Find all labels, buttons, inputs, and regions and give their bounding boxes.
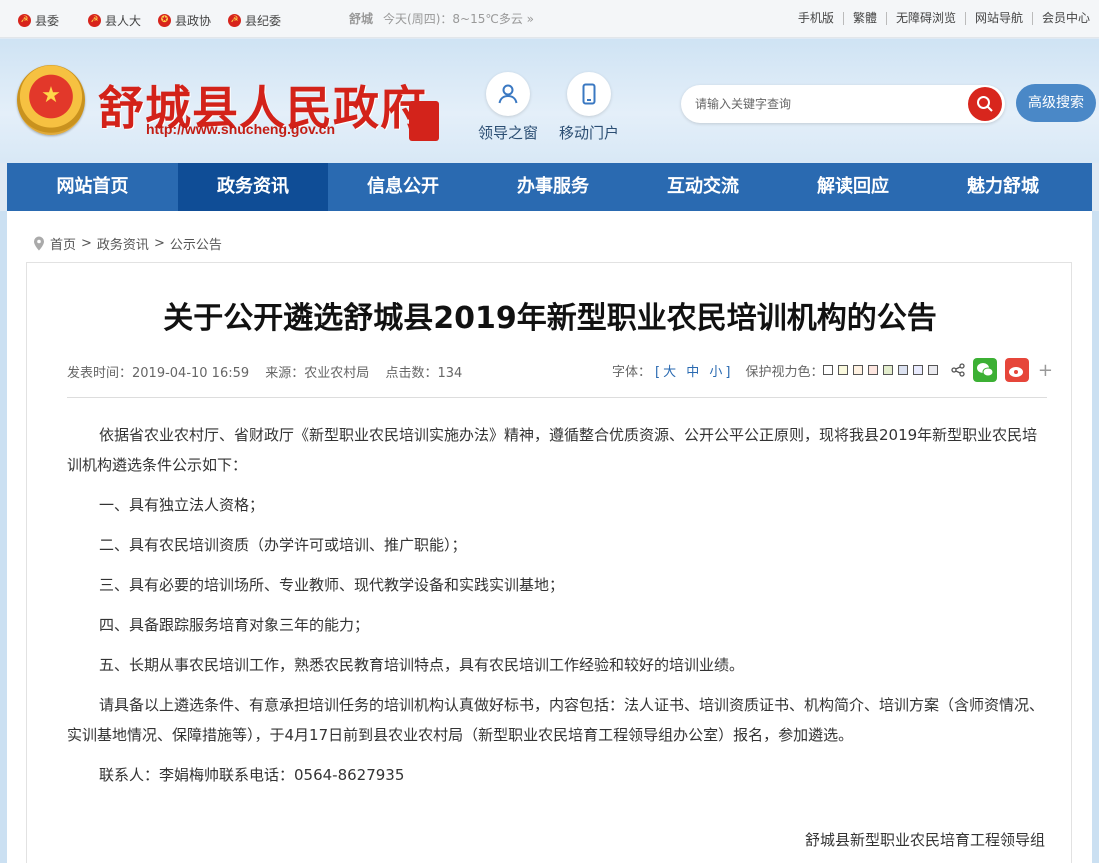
search-button[interactable] <box>968 87 1002 121</box>
nav-item-interpretation[interactable]: 解读回应 <box>778 163 928 211</box>
publish-time: 发表时间：2019-04-10 16:59 <box>67 366 250 381</box>
search-input[interactable] <box>695 94 945 114</box>
party-link-county-committee[interactable]: ☭ 县委 <box>18 12 59 29</box>
article-paragraph: 依据省农业农村厅、省财政厅《新型职业农民培训实施办法》精神，遵循整合优质资源、公… <box>67 426 1038 474</box>
eye-color-swatch[interactable] <box>838 365 849 375</box>
eye-color-swatch[interactable] <box>853 365 864 375</box>
party-link-label: 县委 <box>35 14 60 28</box>
article-meta: 发表时间：2019-04-10 16:59 来源：农业农村局 点击数：134 <box>67 362 474 381</box>
party-link-label: 县人大 <box>105 14 142 28</box>
city-seal-logo <box>409 101 439 141</box>
site-header: 舒城县人民政府 http://www.shucheng.gov.cn 领导之窗 … <box>0 39 1099 163</box>
weather-city: 舒城 <box>349 12 374 26</box>
leaders-window-label: 领导之窗 <box>478 124 539 142</box>
eye-protection-label: 保护视力色： <box>745 364 824 380</box>
member-center-link[interactable]: 会员中心 <box>1031 12 1099 25</box>
search-box <box>681 85 1005 123</box>
article-body: 依据省农业农村厅、省财政厅《新型职业农民培训实施办法》精神，遵循整合优质资源、公… <box>67 420 1051 800</box>
breadcrumb: 首页 > 政务资讯 > 公示公告 <box>33 234 222 253</box>
location-pin-icon <box>34 236 44 251</box>
more-share-icon[interactable]: + <box>1037 358 1053 382</box>
article-container: 关于公开遴选舒城县2019年新型职业农民培训机构的公告 发表时间：2019-04… <box>26 262 1072 863</box>
party-emblem-icon: ☭ <box>18 14 31 27</box>
nav-item-home[interactable]: 网站首页 <box>7 163 178 211</box>
party-link-cppcc[interactable]: ✪ 县政协 <box>158 12 211 29</box>
nav-item-information-disclosure[interactable]: 信息公开 <box>328 163 478 211</box>
site-navigation-link[interactable]: 网站导航 <box>964 12 1032 25</box>
page-frame-left <box>0 211 7 863</box>
article-paragraph: 一、具有独立法人资格； <box>99 496 265 514</box>
eye-color-swatch[interactable] <box>928 365 939 375</box>
party-link-label: 县纪委 <box>245 14 282 28</box>
weather-info: 舒城 今天(周四)：8~15℃多云 » <box>349 10 534 27</box>
nav-item-services[interactable]: 办事服务 <box>478 163 628 211</box>
national-emblem-icon <box>17 65 85 135</box>
main-nav: 网站首页 政务资讯 信息公开 办事服务 互动交流 解读回应 魅力舒城 <box>7 163 1092 211</box>
mobile-portal-label: 移动门户 <box>559 124 620 142</box>
nav-item-charm-shucheng[interactable]: 魅力舒城 <box>928 163 1078 211</box>
mobile-version-link[interactable]: 手机版 <box>789 12 843 25</box>
breadcrumb-government-news[interactable]: 政务资讯 <box>97 234 149 253</box>
page-frame-right <box>1092 211 1099 863</box>
article-paragraph: 请具备以上遴选条件、有意承担培训任务的培训机构认真做好标书，内容包括：法人证书、… <box>67 696 1045 744</box>
font-size-label: 字体： <box>612 364 652 380</box>
eye-color-swatch[interactable] <box>913 365 924 375</box>
breadcrumb-announcements[interactable]: 公示公告 <box>170 234 222 253</box>
nav-item-interaction[interactable]: 互动交流 <box>628 163 778 211</box>
article-paragraph: 四、具备跟踪服务培育对象三年的能力； <box>99 616 370 634</box>
article-tools: 字体： [大 中 小] 保护视力色： + <box>612 358 1053 382</box>
font-size-switcher[interactable]: [大 中 小] <box>655 361 733 380</box>
article-source: 来源：农业农村局 <box>265 366 370 381</box>
meta-divider <box>67 397 1047 398</box>
share-icon[interactable] <box>951 358 966 382</box>
party-link-discipline[interactable]: ☭ 县纪委 <box>228 12 281 29</box>
article-title: 关于公开遴选舒城县2019年新型职业农民培训机构的公告 <box>163 301 937 336</box>
search-icon <box>977 96 993 112</box>
weibo-share-icon[interactable] <box>1005 358 1030 382</box>
page-body: 首页 > 政务资讯 > 公示公告 关于公开遴选舒城县2019年新型职业农民培训机构的… <box>7 211 1092 863</box>
contact-info: 联系人：李娟梅帅联系电话：0564-8627935 <box>99 766 405 784</box>
party-link-peoples-congress[interactable]: ☭ 县人大 <box>88 12 141 29</box>
cppcc-emblem-icon: ✪ <box>158 14 171 27</box>
wechat-share-icon[interactable] <box>973 358 998 382</box>
accessibility-link[interactable]: 无障碍浏览 <box>885 12 965 25</box>
weather-text[interactable]: 今天(周四)：8~15℃多云 » <box>383 12 534 26</box>
site-url: http://www.shucheng.gov.cn <box>146 121 335 137</box>
breadcrumb-home[interactable]: 首页 <box>50 234 76 253</box>
eye-color-swatch[interactable] <box>898 365 909 375</box>
mobile-portal-link[interactable]: 移动门户 <box>559 72 619 143</box>
article-signature: 舒城县新型职业农民培育工程领导组 <box>804 831 1045 849</box>
traditional-chinese-link[interactable]: 繁體 <box>842 12 886 25</box>
leaders-window-link[interactable]: 领导之窗 <box>478 72 538 143</box>
party-link-label: 县政协 <box>175 14 212 28</box>
article-paragraph: 三、具有必要的培训场所、专业教师、现代教学设备和实践实训基地； <box>99 576 565 594</box>
party-emblem-icon: ☭ <box>228 14 241 27</box>
person-icon <box>486 72 530 116</box>
eye-color-swatch[interactable] <box>883 365 894 375</box>
nav-item-government-news[interactable]: 政务资讯 <box>178 163 328 211</box>
eye-color-swatch[interactable] <box>868 365 879 375</box>
party-emblem-icon: ☭ <box>88 14 101 27</box>
top-bar: ☭ 县委 ☭ 县人大 ✪ 县政协 ☭ 县纪委 舒城 今天(周四)：8~15℃多云 … <box>0 0 1099 38</box>
breadcrumb-separator: > <box>81 236 92 251</box>
breadcrumb-separator: > <box>153 236 165 251</box>
click-count: 点击数：134 <box>385 366 463 381</box>
advanced-search-button[interactable]: 高级搜索 <box>1016 84 1096 122</box>
article-paragraph: 五、长期从事农民培训工作，熟悉农民教育培训特点，具有农民培训工作经验和较好的培训… <box>99 656 745 674</box>
article-paragraph: 二、具有农民培训资质（办学许可或培训、推广职能）； <box>99 536 467 554</box>
mobile-phone-icon <box>567 72 611 116</box>
top-links: 手机版 繁體 无障碍浏览 网站导航 会员中心 <box>789 12 1099 25</box>
eye-color-swatch[interactable] <box>823 365 834 375</box>
